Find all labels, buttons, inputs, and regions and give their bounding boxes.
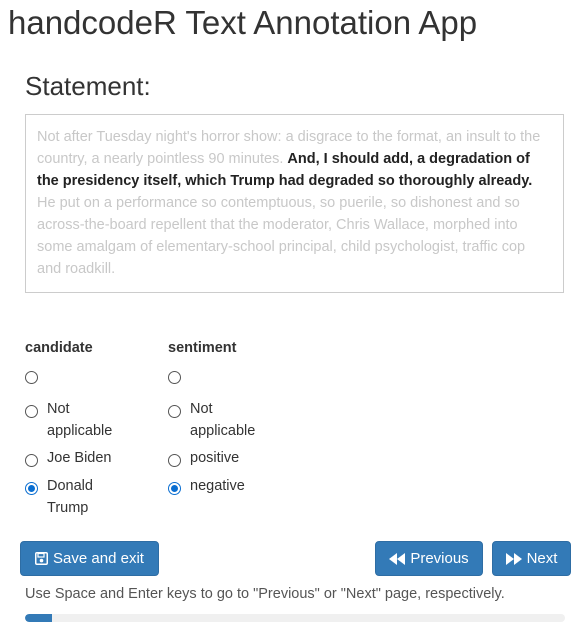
candidate-option-label: Donald Trump [47, 478, 93, 516]
previous-button[interactable]: Previous [375, 541, 483, 576]
backward-icon [389, 552, 406, 565]
sentiment-radio-positive[interactable] [168, 454, 181, 467]
statement-context-after: He put on a performance so contemptuous,… [37, 195, 526, 277]
sentiment-option-not-applicable[interactable]: Not applicable [168, 401, 270, 442]
progress-bar [25, 614, 565, 622]
sentiment-radio-group: sentiment Not applicable positive negati… [168, 338, 288, 495]
save-and-exit-button[interactable]: Save and exit [20, 541, 159, 576]
candidate-option-donald-trump[interactable]: Donald Trump [25, 478, 127, 519]
sentiment-option-label: positive [190, 450, 240, 466]
next-button[interactable]: Next [492, 541, 571, 576]
save-icon [35, 552, 49, 565]
sentiment-option-label: Not applicable [190, 401, 256, 439]
candidate-option-empty[interactable] [25, 368, 127, 384]
sentiment-option-empty[interactable] [168, 368, 270, 384]
candidate-option-not-applicable[interactable]: Not applicable [25, 401, 127, 442]
sentiment-option-label: negative [190, 478, 245, 494]
candidate-radio-not-applicable[interactable] [25, 405, 38, 418]
sentiment-option-positive[interactable]: positive [168, 450, 270, 469]
app-title: handcodeR Text Annotation App [8, 4, 478, 41]
next-label: Next [526, 550, 558, 567]
sentiment-radio-negative[interactable] [168, 482, 181, 495]
sentiment-label: sentiment [168, 340, 237, 356]
candidate-option-joe-biden[interactable]: Joe Biden [25, 450, 127, 469]
previous-label: Previous [410, 550, 469, 567]
candidate-radio-group: candidate Not applicable Joe Biden Donal… [25, 338, 145, 516]
sentiment-radio-empty[interactable] [168, 371, 181, 384]
sentiment-option-negative[interactable]: negative [168, 478, 270, 497]
keyboard-hint: Use Space and Enter keys to go to "Previ… [25, 586, 505, 602]
forward-icon [505, 552, 522, 565]
progress-fill [25, 614, 52, 622]
sentiment-radio-not-applicable[interactable] [168, 405, 181, 418]
statement-heading: Statement: [25, 71, 151, 101]
candidate-option-label: Joe Biden [47, 450, 112, 466]
statement-box: Not after Tuesday night's horror show: a… [25, 114, 564, 293]
candidate-label: candidate [25, 340, 93, 356]
candidate-option-label: Not applicable [47, 401, 113, 439]
save-and-exit-label: Save and exit [53, 550, 144, 567]
candidate-radio-donald-trump[interactable] [25, 482, 38, 495]
candidate-radio-empty[interactable] [25, 371, 38, 384]
candidate-radio-joe-biden[interactable] [25, 454, 38, 467]
